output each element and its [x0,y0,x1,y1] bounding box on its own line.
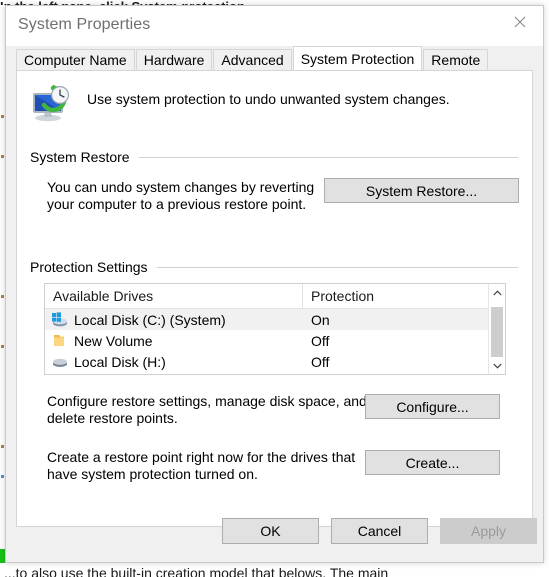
protection-settings-group-title: Protection Settings [30,259,518,275]
system-protection-icon [29,83,73,123]
drive-name-cell: DriverCD (D:) [45,375,303,376]
configure-description: Configure restore settings, manage disk … [47,393,367,427]
chevron-up-icon[interactable] [489,284,505,301]
tab-advanced[interactable]: Advanced [213,49,292,70]
system-restore-group-title: System Restore [30,149,518,165]
tab-panel-system-protection: Use system protection to undo unwanted s… [16,70,533,527]
system-restore-group: System Restore [30,149,518,165]
column-header-protection[interactable]: Protection [303,284,471,308]
drive-protection-cell: Off [311,353,330,370]
button-label: OK [260,523,281,539]
panel-header-text: Use system protection to undo unwanted s… [87,91,450,107]
description-line: your computer to a previous restore poin… [47,196,307,212]
tab-label: Advanced [221,52,284,68]
windows-system-drive-icon [51,311,68,328]
group-title-label: System Restore [30,149,130,165]
drive-name: New Volume [74,332,153,349]
protection-settings-group: Protection Settings [30,259,518,275]
table-row[interactable]: New Volume Off [45,330,505,351]
table-row[interactable]: Local Disk (C:) (System) On [45,309,505,330]
drive-name: Local Disk (C:) (System) [74,311,226,328]
button-label: Create... [405,454,460,471]
button-label: System Restore... [365,182,478,199]
drive-protection-cell: Off [303,375,471,376]
folder-drive-icon [51,333,68,349]
tab-remote[interactable]: Remote [423,49,489,70]
create-button[interactable]: Create... [365,450,500,475]
group-title-label: Protection Settings [30,259,148,275]
description-line: delete restore points. [47,410,178,426]
tab-label: Remote [431,52,481,68]
drive-protection-cell: Off [311,332,330,349]
create-description: Create a restore point right now for the… [47,449,372,483]
group-divider [156,266,518,268]
description-line: Configure restore settings, manage disk … [47,393,367,409]
column-header-available-drives[interactable]: Available Drives [45,284,303,308]
tab-hardware[interactable]: Hardware [135,49,213,70]
tab-label: Hardware [143,52,205,68]
drive-name-cell: Local Disk (C:) (System) [45,312,303,328]
ok-button[interactable]: OK [222,518,319,544]
description-line: Create a restore point right now for the… [47,449,356,465]
title-bar: System Properties [6,6,543,46]
tab-strip: Computer Name Hardware Advanced System P… [16,46,533,70]
tab-label: System Protection [300,50,415,67]
scrollbar-thumb[interactable] [491,307,503,357]
button-label: Apply [470,523,507,539]
drive-name: Local Disk (H:) [74,353,166,370]
drive-protection-cell: On [311,311,330,328]
tab-system-protection[interactable]: System Protection [292,46,423,70]
apply-button: Apply [440,518,537,544]
dialog-footer: OK Cancel Apply [6,506,543,562]
system-properties-dialog: System Properties Computer Name Hardware… [5,5,544,563]
hard-drive-icon [51,354,68,370]
description-line: You can undo system changes by reverting [47,179,315,195]
description-line: have system protection turned on. [47,466,258,482]
cd-drive-icon [51,375,68,376]
drive-name-cell: New Volume [45,333,303,349]
drive-name-cell: Local Disk (H:) [45,354,303,370]
list-rows: Local Disk (C:) (System) On New Volume O… [45,309,505,376]
available-drives-list[interactable]: Available Drives Protection Local Disk (… [44,283,506,375]
list-header-row: Available Drives Protection [45,284,505,309]
table-row[interactable]: DriverCD (D:) Off [45,372,505,376]
table-row[interactable]: Local Disk (H:) Off [45,351,505,372]
configure-button[interactable]: Configure... [365,394,500,419]
group-divider [138,156,518,158]
list-vertical-scrollbar[interactable] [488,284,505,374]
cancel-button[interactable]: Cancel [331,518,428,544]
window-title: System Properties [18,16,151,33]
button-label: Cancel [357,523,402,539]
chevron-down-icon[interactable] [489,357,505,374]
close-icon[interactable] [497,6,543,37]
system-restore-description: You can undo system changes by reverting… [47,179,322,213]
button-label: Configure... [396,398,469,415]
tab-label: Computer Name [24,52,127,68]
system-restore-button[interactable]: System Restore... [324,178,519,203]
tab-computer-name[interactable]: Computer Name [16,49,135,70]
background-bottom-clipped-text: ...to also use the built-in creation mod… [4,565,389,577]
panel-header: Use system protection to undo unwanted s… [29,83,520,123]
drive-name: DriverCD (D:) [74,375,159,376]
